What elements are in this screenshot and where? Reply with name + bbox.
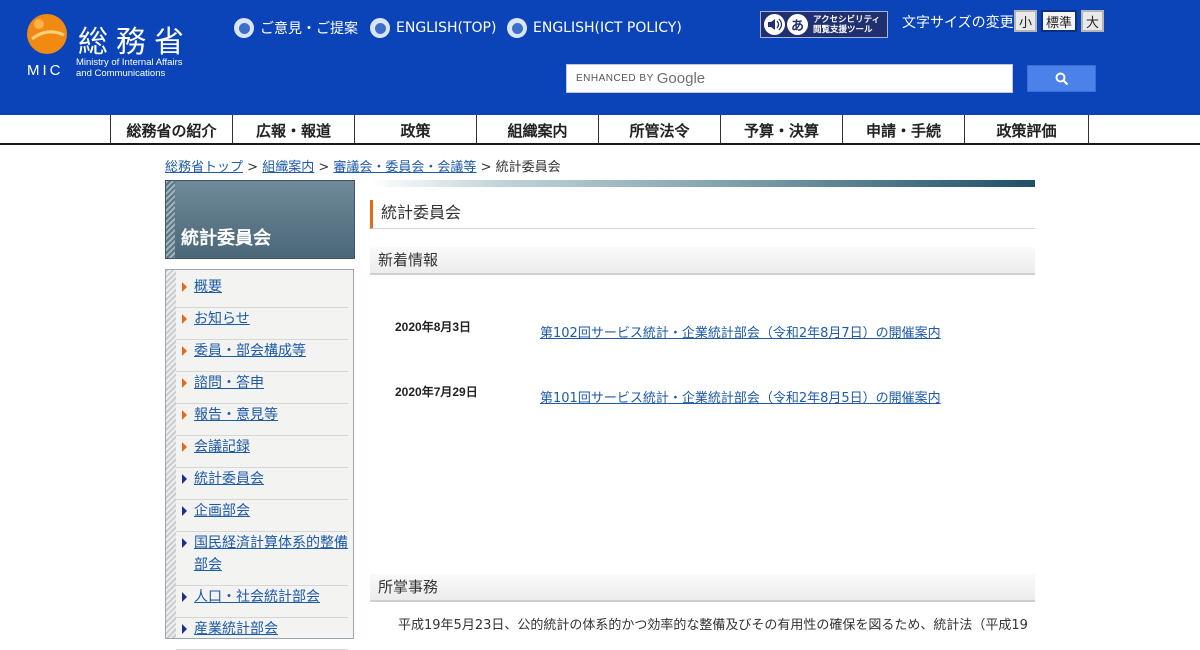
duties-heading: 所掌事務 [370, 574, 1035, 602]
page-title: 統計委員会 [370, 200, 1035, 229]
sidebar-item-label[interactable]: 会議記録 [194, 439, 250, 455]
sidebar-item-label[interactable]: 産業統計部会 [194, 621, 278, 637]
gnav-organization[interactable]: 組織案内 [476, 115, 598, 143]
sidebar-item-population[interactable]: 人口・社会統計部会 [176, 586, 348, 618]
google-label: Google [656, 70, 706, 87]
news-date: 2020年8月3日 [395, 320, 472, 334]
link-english-top-label: ENGLISH(TOP) [396, 20, 497, 36]
arrow-right-icon [182, 506, 187, 516]
sidebar-menu-stripe [166, 270, 176, 638]
link-feedback[interactable]: ご意見・ご提案 [234, 18, 358, 38]
arrow-right-icon [182, 378, 187, 388]
sidebar-item-label[interactable]: 諮問・答申 [194, 375, 264, 391]
arrow-right-icon [182, 442, 187, 452]
sidebar-item-minutes[interactable]: 会議記録 [176, 436, 348, 468]
sidebar-item-industry[interactable]: 産業統計部会 [176, 618, 348, 650]
logo-english: Ministry of Internal Affairs and Communi… [76, 57, 182, 79]
search-icon [1055, 72, 1068, 85]
logo-mic: MIC [27, 62, 64, 79]
sidebar-header-stripe [166, 181, 175, 258]
news-heading: 新着情報 [370, 247, 1035, 275]
sidebar-item-label[interactable]: 国民経済計算体系的整備部会 [194, 535, 348, 573]
gnav-evaluation[interactable]: 政策評価 [964, 115, 1089, 143]
arrow-right-icon [182, 346, 187, 356]
sidebar-item-reports[interactable]: 報告・意見等 [176, 404, 348, 436]
sidebar-item-members[interactable]: 委員・部会構成等 [176, 340, 348, 372]
link-english-top[interactable]: ENGLISH(TOP) [370, 18, 496, 38]
font-size-label: 文字サイズの変更 [902, 15, 1014, 31]
accessibility-line2: 閲覧支援ツール [813, 24, 873, 35]
breadcrumb-link-organization[interactable]: 組織案内 [262, 160, 314, 175]
radio-bullet-icon [234, 18, 254, 38]
radio-bullet-icon [370, 18, 390, 38]
sidebar-title: 統計委員会 [181, 228, 271, 249]
link-feedback-label: ご意見・ご提案 [260, 21, 358, 37]
accessibility-line1: アクセシビリティ [813, 14, 881, 25]
search-input[interactable]: ENHANCED BY Google [566, 64, 1013, 93]
gnav-applications[interactable]: 申請・手続 [842, 115, 964, 143]
duties-text: 平成19年5月23日、公的統計の体系的かつ効率的な整備及びその有用性の確保を図る… [398, 618, 1028, 633]
search-enhanced-label: ENHANCED BY [576, 73, 654, 84]
gnav-policy[interactable]: 政策 [354, 115, 476, 143]
logo-english-line1: Ministry of Internal Affairs [76, 57, 183, 68]
sidebar-item-label[interactable]: お知らせ [194, 311, 250, 327]
radio-bullet-icon [507, 18, 527, 38]
global-nav: 総務省の紹介 広報・報道 政策 組織案内 所管法令 予算・決算 申請・手続 政策… [0, 115, 1200, 145]
main-header-bar [370, 180, 1035, 187]
logo-english-line2: and Communications [76, 68, 166, 79]
sidebar-header: 統計委員会 [165, 180, 355, 259]
gnav-laws[interactable]: 所管法令 [598, 115, 720, 143]
news-link[interactable]: 第102回サービス統計・企業統計部会（令和2年8月7日）の開催案内 [540, 322, 941, 341]
sidebar-item-label[interactable]: 企画部会 [194, 503, 250, 519]
search-button[interactable] [1027, 65, 1096, 92]
sidebar-item-label[interactable]: 報告・意見等 [194, 407, 278, 423]
breadcrumb-separator: > [480, 160, 492, 175]
arrow-right-icon [182, 592, 187, 602]
sidebar-item-label[interactable]: 概要 [194, 279, 222, 295]
gnav-budget[interactable]: 予算・決算 [720, 115, 842, 143]
sidebar-item-committee[interactable]: 統計委員会 [176, 468, 348, 500]
logo-orb-icon [27, 14, 67, 54]
sidebar-item-news[interactable]: お知らせ [176, 308, 348, 340]
accessibility-tool-label: アクセシビリティ 閲覧支援ツール [813, 15, 880, 35]
breadcrumb-separator: > [318, 160, 330, 175]
gnav-about[interactable]: 総務省の紹介 [110, 115, 232, 143]
font-size-large-button[interactable]: 大 [1081, 10, 1104, 32]
arrow-right-icon [182, 282, 187, 292]
sidebar-item-planning[interactable]: 企画部会 [176, 500, 348, 532]
global-nav-items: 総務省の紹介 広報・報道 政策 組織案内 所管法令 予算・決算 申請・手続 政策… [110, 115, 1089, 143]
font-size-normal-button[interactable]: 標準 [1041, 10, 1077, 32]
sidebar-item-overview[interactable]: 概要 [176, 276, 348, 308]
font-size-small-button[interactable]: 小 [1014, 10, 1037, 32]
accessibility-tool-button[interactable]: あ アクセシビリティ 閲覧支援ツール [760, 11, 888, 38]
breadcrumb: 総務省トップ > 組織案内 > 審議会・委員会・会議等 > 統計委員会 [165, 156, 561, 175]
breadcrumb-separator: > [247, 160, 259, 175]
sidebar-item-label[interactable]: 委員・部会構成等 [194, 343, 306, 359]
arrow-right-icon [182, 474, 187, 484]
gnav-press[interactable]: 広報・報道 [232, 115, 354, 143]
news-link[interactable]: 第101回サービス統計・企業統計部会（令和2年8月5日）の開催案内 [540, 387, 941, 406]
sidebar-menu: 概要 お知らせ 委員・部会構成等 諮問・答申 報告・意見等 会議記録 統計委員会… [165, 269, 354, 650]
arrow-right-icon [182, 314, 187, 324]
breadcrumb-link-councils[interactable]: 審議会・委員会・会議等 [333, 160, 476, 175]
speaker-icon [764, 14, 785, 35]
news-date: 2020年7月29日 [395, 385, 478, 399]
arrow-right-icon [182, 410, 187, 420]
sidebar-item-consultations[interactable]: 諮問・答申 [176, 372, 348, 404]
breadcrumb-link-top[interactable]: 総務省トップ [165, 160, 243, 175]
hiragana-a-icon: あ [787, 14, 808, 35]
logo-japanese: 総務省 [78, 25, 192, 60]
mic-logo[interactable]: 総務省 MIC Ministry of Internal Affairs and… [26, 12, 211, 82]
arrow-right-icon [182, 624, 187, 634]
site-header: 総務省 MIC Ministry of Internal Affairs and… [0, 0, 1200, 115]
breadcrumb-current: 統計委員会 [495, 160, 561, 175]
sidebar-item-label[interactable]: 統計委員会 [194, 471, 264, 487]
link-english-ict[interactable]: ENGLISH(ICT POLICY) [507, 18, 682, 38]
link-english-ict-label: ENGLISH(ICT POLICY) [533, 20, 682, 36]
sidebar-item-sna[interactable]: 国民経済計算体系的整備部会 [176, 532, 348, 586]
arrow-right-icon [182, 538, 187, 548]
sidebar-item-label[interactable]: 人口・社会統計部会 [194, 589, 320, 605]
